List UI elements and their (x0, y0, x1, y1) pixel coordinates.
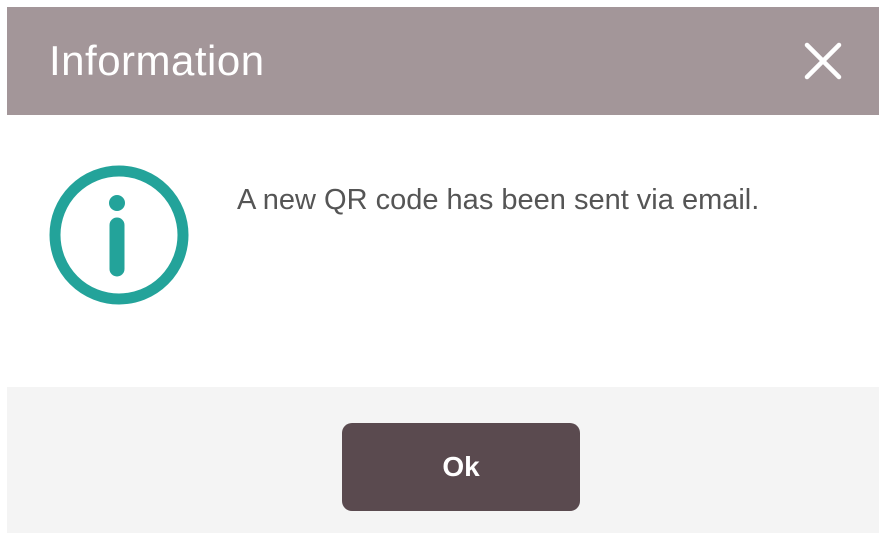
info-circle-icon (45, 161, 193, 309)
dialog-header: Information (7, 7, 879, 115)
dialog-footer: Ok (7, 387, 879, 533)
close-button[interactable] (797, 35, 849, 87)
information-dialog: Information A new QR code has been sent … (7, 7, 879, 533)
dialog-message: A new QR code has been sent via email. (237, 184, 760, 216)
ok-button[interactable]: Ok (342, 423, 580, 511)
dialog-body: A new QR code has been sent via email. (7, 115, 879, 387)
dialog-title: Information (49, 37, 265, 84)
close-icon (797, 35, 849, 87)
